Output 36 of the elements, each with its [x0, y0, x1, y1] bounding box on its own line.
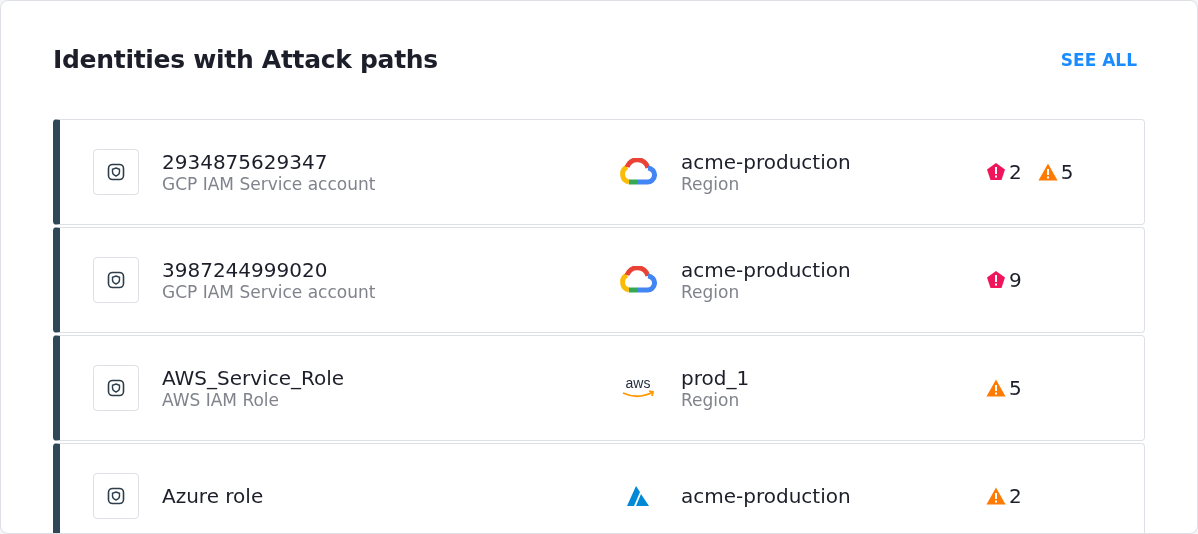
identity-row[interactable]: Azure role acme-production 2 [53, 443, 1145, 533]
identity-name: AWS_Service_Role [162, 366, 345, 390]
warning-alert-icon [986, 486, 1006, 506]
location-type: Region [681, 173, 741, 194]
warning-alert-icon [1037, 162, 1058, 182]
location-name: prod_1 [681, 366, 750, 390]
identity-row[interactable]: 2934875629347 GCP IAM Service account acme-production Region 2 5 [53, 119, 1145, 225]
location-name: acme-production [681, 484, 851, 508]
location-name: acme-production [681, 258, 851, 282]
identity-type: GCP IAM Service account [162, 173, 376, 194]
warning-alert-icon [986, 378, 1006, 398]
critical-alert-icon [986, 270, 1006, 290]
alert-count: 5 [1060, 160, 1074, 184]
panel-title: Identities with Attack paths [53, 44, 438, 76]
alert-count: 2 [1009, 160, 1022, 184]
identity-icon [93, 257, 139, 303]
alert-count: 9 [1009, 268, 1022, 292]
identity-type: GCP IAM Service account [162, 281, 376, 302]
location-type: Region [681, 281, 741, 302]
identity-name: 3987244999020 [162, 258, 329, 282]
alert-count: 5 [1009, 376, 1022, 400]
azure-logo-icon [627, 486, 649, 506]
identity-row[interactable]: AWS_Service_Role AWS IAM Role aws prod_1 Region 5 [53, 335, 1145, 441]
critical-alert-icon [986, 162, 1006, 182]
location-type: Region [681, 389, 740, 410]
identity-name: Azure role [162, 484, 264, 508]
identity-row[interactable]: 3987244999020 GCP IAM Service account acme-production Region 9 [53, 227, 1145, 333]
location-name: acme-production [681, 150, 851, 174]
cloud-logo-icon [619, 158, 657, 186]
identity-icon [93, 473, 139, 519]
identity-name: 2934875629347 [162, 150, 329, 174]
identity-type: AWS IAM Role [162, 389, 280, 410]
identity-icon [93, 149, 139, 195]
alert-count: 2 [1009, 484, 1022, 508]
identity-icon [93, 365, 139, 411]
cloud-logo-icon [619, 266, 657, 294]
